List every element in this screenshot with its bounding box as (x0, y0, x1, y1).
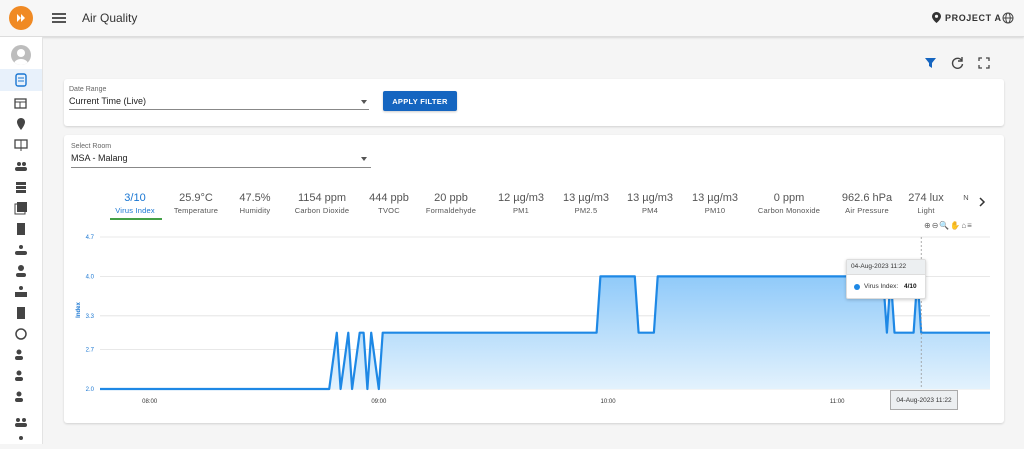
tab-metric-label: N (963, 193, 969, 202)
sidebar-item-groups[interactable] (14, 159, 28, 173)
globe-icon[interactable] (1002, 12, 1014, 24)
top-bar: Air Quality PROJECT A (0, 0, 1024, 37)
active-tab-indicator (110, 218, 162, 220)
hamburger-icon[interactable] (52, 11, 66, 25)
y-axis-ticks: 4.7 4.0 3.3 2.7 2.0 (86, 235, 95, 393)
sidebar-item-user-check[interactable] (14, 348, 28, 362)
x-tick-label: 09:00 (371, 399, 387, 405)
sidebar-item-community[interactable] (14, 415, 28, 429)
sidebar-item-user-settings[interactable] (14, 390, 28, 404)
sidebar-item-floorplan[interactable] (14, 138, 28, 152)
fullscreen-icon[interactable] (977, 56, 991, 70)
project-label: PROJECT A (945, 12, 1002, 23)
chevron-down-icon[interactable] (361, 157, 367, 161)
refresh-icon[interactable] (951, 56, 965, 70)
tooltip-value: 4/10 (904, 283, 917, 290)
tooltip-series-marker (854, 284, 860, 290)
location-pin-icon (932, 12, 941, 23)
logo-icon (17, 14, 25, 22)
filter-icon[interactable] (924, 56, 938, 70)
y-axis-label: Index (76, 302, 82, 318)
x-tick-label: 10:00 (601, 399, 617, 405)
x-axis-tooltip: 04-Aug-2023 11:22 (890, 390, 958, 410)
page-title: Air Quality (82, 11, 138, 25)
sidebar-item-location[interactable] (14, 117, 28, 131)
sidebar-item-teams[interactable] (14, 243, 28, 257)
room-underline (71, 167, 371, 168)
tab-metric-label: Light (917, 206, 935, 215)
date-range-underline (69, 109, 369, 110)
y-tick-label: 4.7 (86, 235, 95, 241)
sidebar-item-library[interactable] (14, 201, 28, 215)
sidebar-item-accessibility[interactable] (14, 435, 28, 449)
tab-metric[interactable]: N (926, 192, 1006, 204)
tab-metric[interactable]: 13 µg/m3 PM10 (675, 192, 755, 217)
y-tick-label: 2.0 (86, 387, 95, 393)
sidebar-item-sync-user[interactable] (14, 327, 28, 341)
sidebar-item-apartment[interactable] (14, 306, 28, 320)
y-tick-label: 3.3 (86, 314, 95, 320)
tooltip-header: 04-Aug-2023 11:22 (847, 260, 925, 275)
sidebar-item-org[interactable] (14, 285, 28, 299)
sidebar-item-dashboard[interactable] (14, 73, 28, 87)
chevron-down-icon[interactable] (361, 100, 367, 104)
y-tick-label: 2.7 (86, 348, 95, 354)
tab-metric-value: 0 ppm (773, 192, 805, 204)
user-avatar-icon (14, 49, 28, 65)
x-tick-label: 08:00 (142, 399, 158, 405)
x-tick-label: 11:00 (830, 399, 845, 405)
sidebar-item-storage[interactable] (14, 180, 28, 194)
filter-card: Date Range Current Time (Live) (64, 79, 1004, 126)
y-tick-label: 4.0 (86, 274, 95, 280)
project-selector[interactable]: PROJECT A (932, 12, 1002, 23)
virus-index-chart[interactable]: 4.7 4.0 3.3 2.7 2.0 08:00 09:00 10:00 11:00 Ind… (64, 228, 1004, 418)
sidebar (0, 37, 43, 444)
sidebar-item-person[interactable] (14, 264, 28, 278)
x-axis-ticks: 08:00 09:00 10:00 11:00 (142, 399, 845, 405)
tab-metric-label: PM10 (704, 206, 726, 215)
tooltip-date: 04-Aug-2023 11:22 (851, 263, 907, 270)
tab-metric-label: Formaldehyde (425, 206, 477, 215)
sidebar-item-user-alert[interactable] (14, 369, 28, 383)
tooltip-series-name: Virus Index: (864, 283, 899, 290)
date-range-select[interactable]: Current Time (Live) (69, 96, 146, 106)
apply-filter-button[interactable]: APPLY FILTER (383, 91, 457, 111)
tab-metric-value: 20 ppb (434, 192, 468, 204)
date-range-label: Date Range (69, 86, 107, 93)
tab-metric[interactable]: 20 ppb Formaldehyde (411, 192, 491, 217)
sidebar-item-building[interactable] (14, 222, 28, 236)
room-select[interactable]: MSA - Malang (71, 153, 128, 163)
room-label: Select Room (71, 143, 112, 150)
tab-metric-value: 13 µg/m3 (691, 192, 739, 204)
chevron-right-icon[interactable] (977, 197, 987, 207)
avatar[interactable] (11, 45, 31, 65)
app-logo[interactable] (9, 6, 33, 30)
tab-metric[interactable]: 0 ppm Carbon Monoxide (749, 192, 829, 217)
chart-tooltip: 04-Aug-2023 11:22 Virus Index: 4/10 (846, 259, 926, 299)
sidebar-item-table-settings[interactable] (14, 97, 28, 111)
tab-metric-label: Carbon Monoxide (757, 206, 821, 215)
